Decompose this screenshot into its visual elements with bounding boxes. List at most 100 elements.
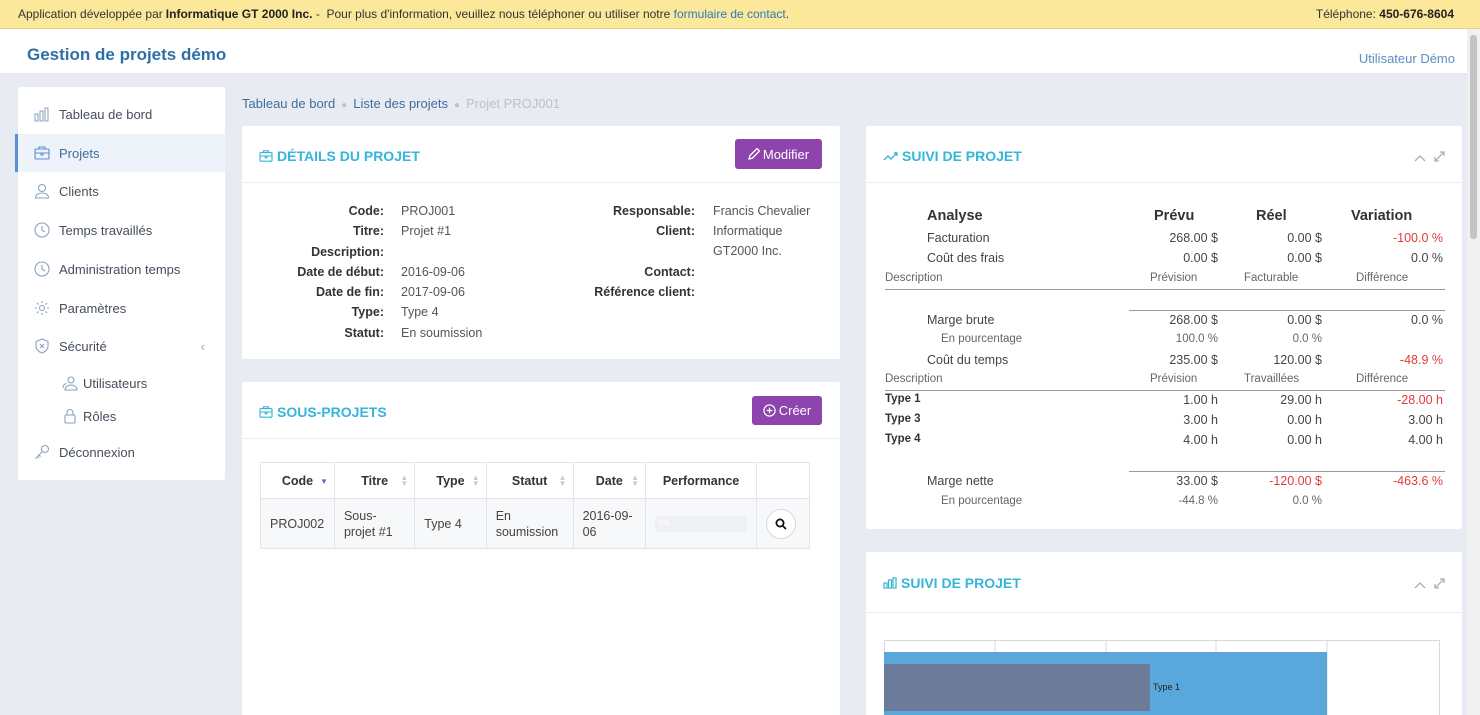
panel-title: SOUS-PROJETS — [259, 404, 387, 420]
info-message: - Pour plus d'information, veuillez nous… — [312, 7, 674, 21]
performance-bar: 0% — [655, 515, 748, 532]
panel-title-text: SUIVI DE PROJET — [901, 575, 1021, 591]
cell-date: 2016-09- 06 — [572, 498, 647, 549]
search-icon — [775, 518, 787, 530]
desc-col: Différence — [1356, 373, 1409, 385]
row-value: 0.0 % — [1411, 313, 1443, 327]
details-left-list: Code: PROJ001 Titre: Projet #1 Description: D… — [242, 201, 482, 343]
cell-status-line2: soumission — [495, 524, 559, 539]
sidebar-item-logout[interactable]: Déconnexion — [18, 433, 225, 471]
responsible-key: Responsable: — [613, 204, 695, 218]
divider — [885, 390, 1445, 391]
sidebar-item-label: Clients — [59, 183, 99, 199]
row-value: 0.00 $ — [1287, 313, 1322, 327]
column-header-label: Type — [436, 473, 465, 488]
detail-key: Date de début: — [297, 264, 384, 279]
edit-button[interactable]: Modifier — [735, 139, 822, 169]
description-row: Description Prévision Facturable Différence — [866, 272, 1462, 290]
collapse-icon[interactable] — [1414, 577, 1426, 589]
panel-title: SUIVI DE PROJET — [883, 148, 1022, 164]
table-row[interactable]: PROJ002 Sous-projet #1 Type 4 En soumissi… — [260, 498, 810, 549]
sidebar: Tableau de bord Projets Clients Temps tr… — [15, 87, 225, 480]
sidebar-item-worked-time[interactable]: Temps travaillés — [18, 211, 225, 249]
column-header-date[interactable]: Date ▲ ▼ — [572, 462, 647, 499]
column-header-label: Performance — [662, 473, 740, 488]
sidebar-subitem-users[interactable]: Utilisateurs — [18, 368, 225, 398]
detail-value: En soumission — [401, 325, 483, 340]
desc-label: Description — [885, 272, 943, 284]
cell-performance: 0% — [645, 498, 758, 549]
sidebar-item-security[interactable]: Sécurité ‹ — [18, 327, 225, 365]
row-value: 0.0 % — [1292, 495, 1322, 507]
contact-form-link[interactable]: formulaire de contact — [674, 7, 786, 21]
row-value: 4.00 h — [1183, 433, 1218, 447]
gear-icon — [34, 300, 50, 316]
breadcrumb-separator: ● — [453, 100, 461, 111]
panel-title-text: SOUS-PROJETS — [277, 404, 387, 420]
sidebar-item-projects[interactable]: Projets — [15, 134, 225, 172]
app-brand[interactable]: Gestion de projets démo — [27, 45, 226, 65]
scrollbar-thumb[interactable] — [1470, 35, 1477, 239]
sidebar-item-label: Temps travaillés — [59, 222, 153, 238]
column-header-label: Titre — [361, 473, 389, 488]
sidebar-item-label: Tableau de bord — [59, 106, 153, 122]
row-value: -463.6 % — [1392, 474, 1443, 488]
sidebar-item-label: Rôles — [83, 408, 117, 424]
detail-row: Code: PROJ001 — [242, 201, 482, 221]
subprojects-panel: SOUS-PROJETS Créer Code ▼ Titre ▲ ▼ Type ▲ ▼ … — [242, 382, 840, 715]
type-label: Type 3 — [885, 413, 921, 425]
briefcase-icon — [259, 150, 273, 162]
column-header-code[interactable]: Code ▼ — [260, 462, 335, 499]
breadcrumb-project-list[interactable]: Liste des projets — [353, 96, 448, 111]
breadcrumb-dashboard[interactable]: Tableau de bord — [242, 96, 335, 111]
row-value: 0.00 h — [1287, 413, 1322, 427]
tracking-header-row: Analyse Prévu Réel Variation — [866, 208, 1462, 228]
detail-row: Date de début: 2016-09-06 — [242, 262, 482, 282]
sidebar-item-clients[interactable]: Clients — [18, 172, 225, 210]
sidebar-item-dashboard[interactable]: Tableau de bord — [18, 95, 225, 133]
breadcrumb-current: Projet PROJ001 — [466, 96, 560, 111]
desc-col: Facturable — [1244, 272, 1299, 284]
tracking-chart-panel: SUIVI DE PROJET Type 1 — [866, 552, 1462, 715]
lock-icon — [62, 408, 78, 424]
tracking-row: Facturation 268.00 $ 0.00 $ -100.0 % — [866, 231, 1462, 251]
column-header-status[interactable]: Statut ▲ ▼ — [485, 462, 574, 499]
client-key: Client: — [656, 224, 695, 238]
cell-title-line2: projet #1 — [343, 524, 393, 539]
detail-value: PROJ001 — [401, 204, 456, 218]
page-scrollbar[interactable] — [1467, 29, 1480, 715]
sidebar-item-label: Administration temps — [59, 261, 181, 277]
detail-key: Type: — [351, 305, 384, 320]
create-button[interactable]: Créer — [752, 396, 822, 425]
user-menu[interactable]: Utilisateur Démo — [1359, 51, 1455, 66]
panel-header: DÉTAILS DU PROJET Modifier — [242, 126, 840, 183]
desc-col: Prévision — [1150, 373, 1198, 385]
row-value: 235.00 $ — [1169, 353, 1218, 367]
client-reference-key: Référence client: — [594, 285, 695, 299]
info-end: . — [785, 7, 790, 21]
expand-icon[interactable] — [1434, 577, 1445, 589]
table-header-row: Code ▼ Titre ▲ ▼ Type ▲ ▼ Statut ▲ ▼ Date ▲ ▼ Per… — [260, 462, 810, 499]
sidebar-subitem-roles[interactable]: Rôles — [18, 401, 225, 431]
sidebar-item-settings[interactable]: Paramètres — [18, 289, 225, 327]
tracking-row: Marge brute 268.00 $ 0.00 $ 0.0 % — [866, 313, 1462, 333]
column-header-performance: Performance — [645, 462, 758, 499]
detail-value: Projet #1 — [401, 224, 452, 239]
row-value: -28.00 h — [1397, 393, 1443, 407]
client-value-line2: GT2000 Inc. — [713, 244, 782, 258]
cell-type: Type 4 — [414, 498, 487, 549]
detail-row: Titre: Projet #1 — [242, 221, 482, 241]
view-subproject-button[interactable] — [766, 508, 797, 539]
users-icon — [62, 375, 78, 391]
expand-icon[interactable] — [1434, 150, 1445, 162]
column-header-type[interactable]: Type ▲ ▼ — [414, 462, 487, 499]
column-header-title[interactable]: Titre ▲ ▼ — [333, 462, 416, 499]
row-label: Marge nette — [927, 474, 994, 488]
detail-key: Titre: — [352, 224, 384, 239]
cell-date-line1: 2016-09- — [582, 508, 633, 523]
detail-row: Statut: En soumission — [242, 323, 482, 343]
sidebar-item-time-admin[interactable]: Administration temps — [18, 250, 225, 288]
tracking-row: Type 1 1.00 h 29.00 h -28.00 h — [866, 393, 1462, 413]
sort-icon: ▲ ▼ — [400, 473, 409, 488]
collapse-icon[interactable] — [1414, 150, 1426, 162]
